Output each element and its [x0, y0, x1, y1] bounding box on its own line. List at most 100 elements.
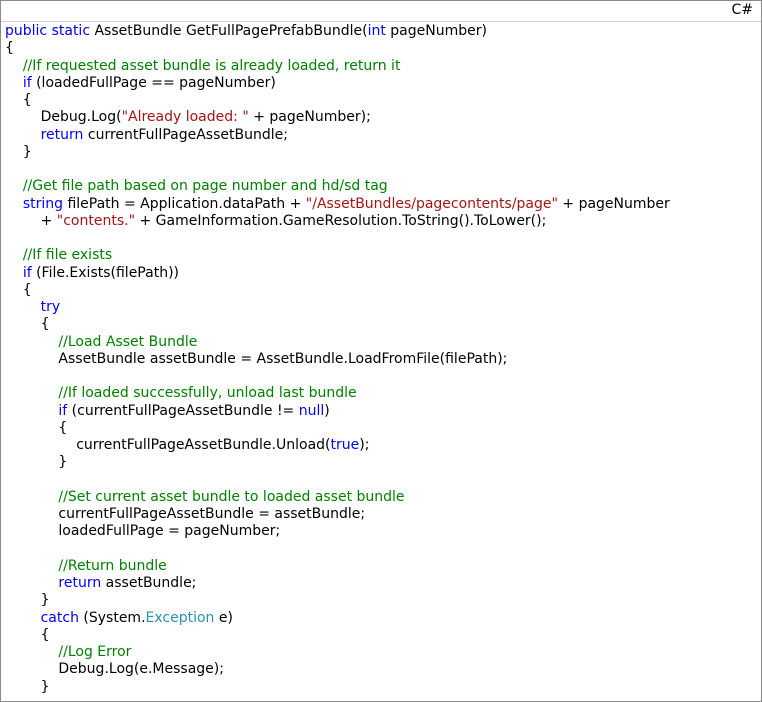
comment-token: //If requested asset bundle is already l… [22, 57, 401, 74]
code-line: { [5, 316, 670, 333]
code-token: } [5, 454, 68, 471]
code-line: { [5, 420, 670, 437]
language-label: C# [731, 2, 753, 18]
code-line: currentFullPageAssetBundle = assetBundle… [5, 506, 670, 523]
keyword-token: true [330, 437, 360, 453]
code-token: + [5, 212, 57, 229]
code-token: currentFullPageAssetBundle = assetBundle… [5, 506, 366, 522]
keyword-token: if [22, 74, 32, 91]
code-token: ); [359, 437, 370, 453]
keyword-token: if [58, 402, 68, 419]
comment-token: //Log Error [58, 644, 132, 660]
keyword-token: int [367, 23, 386, 39]
code-line: //If file exists [5, 247, 670, 264]
code-line: try [5, 299, 670, 316]
string-token: "Already loaded: " [121, 109, 249, 126]
code-line: string filePath = Application.dataPath +… [5, 196, 670, 213]
code-line: { [5, 282, 670, 299]
code-token: + pageNumber); [248, 109, 371, 126]
code-line: AssetBundle assetBundle = AssetBundle.Lo… [5, 351, 670, 368]
code-token: { [5, 626, 50, 643]
code-token: Debug.Log( [5, 109, 122, 126]
code-token: + GameInformation.GameResolution.ToStrin… [135, 212, 547, 229]
code-token: assetBundle; [101, 575, 197, 591]
keyword-token: null [298, 402, 325, 419]
keyword-token: return [58, 575, 102, 591]
keyword-token: string [22, 195, 64, 212]
keyword-token: if [22, 264, 32, 281]
code-line: //If requested asset bundle is already l… [5, 58, 670, 75]
comment-token: //Load Asset Bundle [58, 333, 198, 350]
code-line: } [5, 592, 670, 609]
code-line: { [5, 92, 670, 109]
code-line: //If loaded successfully, unload last bu… [5, 385, 670, 402]
code-token: } [5, 143, 32, 160]
code-line: } [5, 679, 670, 696]
code-token: { [5, 281, 32, 298]
keyword-token: static [51, 23, 91, 39]
keyword-token: return [40, 126, 84, 143]
keyword-token: public [5, 23, 48, 39]
string-token: "contents." [56, 212, 136, 229]
code-line: { [5, 40, 670, 57]
code-token: currentFullPageAssetBundle.Unload( [5, 437, 331, 453]
code-line: Debug.Log("Already loaded: " + pageNumbe… [5, 109, 670, 126]
comment-token: //Return bundle [58, 557, 167, 574]
code-line: } [5, 144, 670, 161]
code-token: currentFullPageAssetBundle; [83, 126, 288, 143]
code-line: Debug.Log(e.Message); [5, 661, 670, 678]
code-token: { [5, 316, 50, 333]
keyword-token: try [40, 299, 61, 315]
comment-token: //If file exists [22, 247, 113, 264]
code-token: { [5, 419, 68, 436]
code-line: { [5, 627, 670, 644]
code-token: e) [214, 609, 233, 626]
code-token: (currentFullPageAssetBundle != [67, 402, 299, 419]
code-snippet-window: C# public static AssetBundle GetFullPage… [0, 0, 762, 702]
code-line: if (loadedFullPage == pageNumber) [5, 75, 670, 92]
code-token: pageNumber) [385, 23, 487, 39]
code-line: return assetBundle; [5, 575, 670, 592]
code-token: filePath = Application.dataPath + [63, 195, 306, 212]
code-line: //Load Asset Bundle [5, 334, 670, 351]
code-token: { [5, 92, 32, 108]
code-line: if (currentFullPageAssetBundle != null) [5, 403, 670, 420]
code-token: (File.Exists(filePath)) [31, 264, 179, 281]
code-token: } [5, 592, 50, 609]
code-line: } [5, 454, 670, 471]
code-line: + "contents." + GameInformation.GameReso… [5, 213, 670, 230]
code-line: return currentFullPageAssetBundle; [5, 127, 670, 144]
code-token: AssetBundle GetFullPagePrefabBundle( [90, 23, 368, 39]
code-line: currentFullPageAssetBundle.Unload(true); [5, 437, 670, 454]
code-token: + pageNumber [557, 195, 670, 212]
code-token: (loadedFullPage == pageNumber) [31, 74, 276, 91]
code-token: { [5, 40, 14, 57]
code-line: //Log Error [5, 644, 670, 661]
code-line: //Return bundle [5, 558, 670, 575]
code-token: (System. [78, 609, 146, 626]
keyword-token: catch [40, 609, 79, 626]
code-token: } [5, 678, 50, 695]
string-token: "/AssetBundles/pagecontents/page" [305, 195, 558, 212]
code-token: AssetBundle assetBundle = AssetBundle.Lo… [5, 350, 508, 367]
code-block[interactable]: public static AssetBundle GetFullPagePre… [5, 23, 670, 696]
comment-token: //Set current asset bundle to loaded ass… [58, 488, 405, 505]
code-line: loadedFullPage = pageNumber; [5, 523, 670, 540]
